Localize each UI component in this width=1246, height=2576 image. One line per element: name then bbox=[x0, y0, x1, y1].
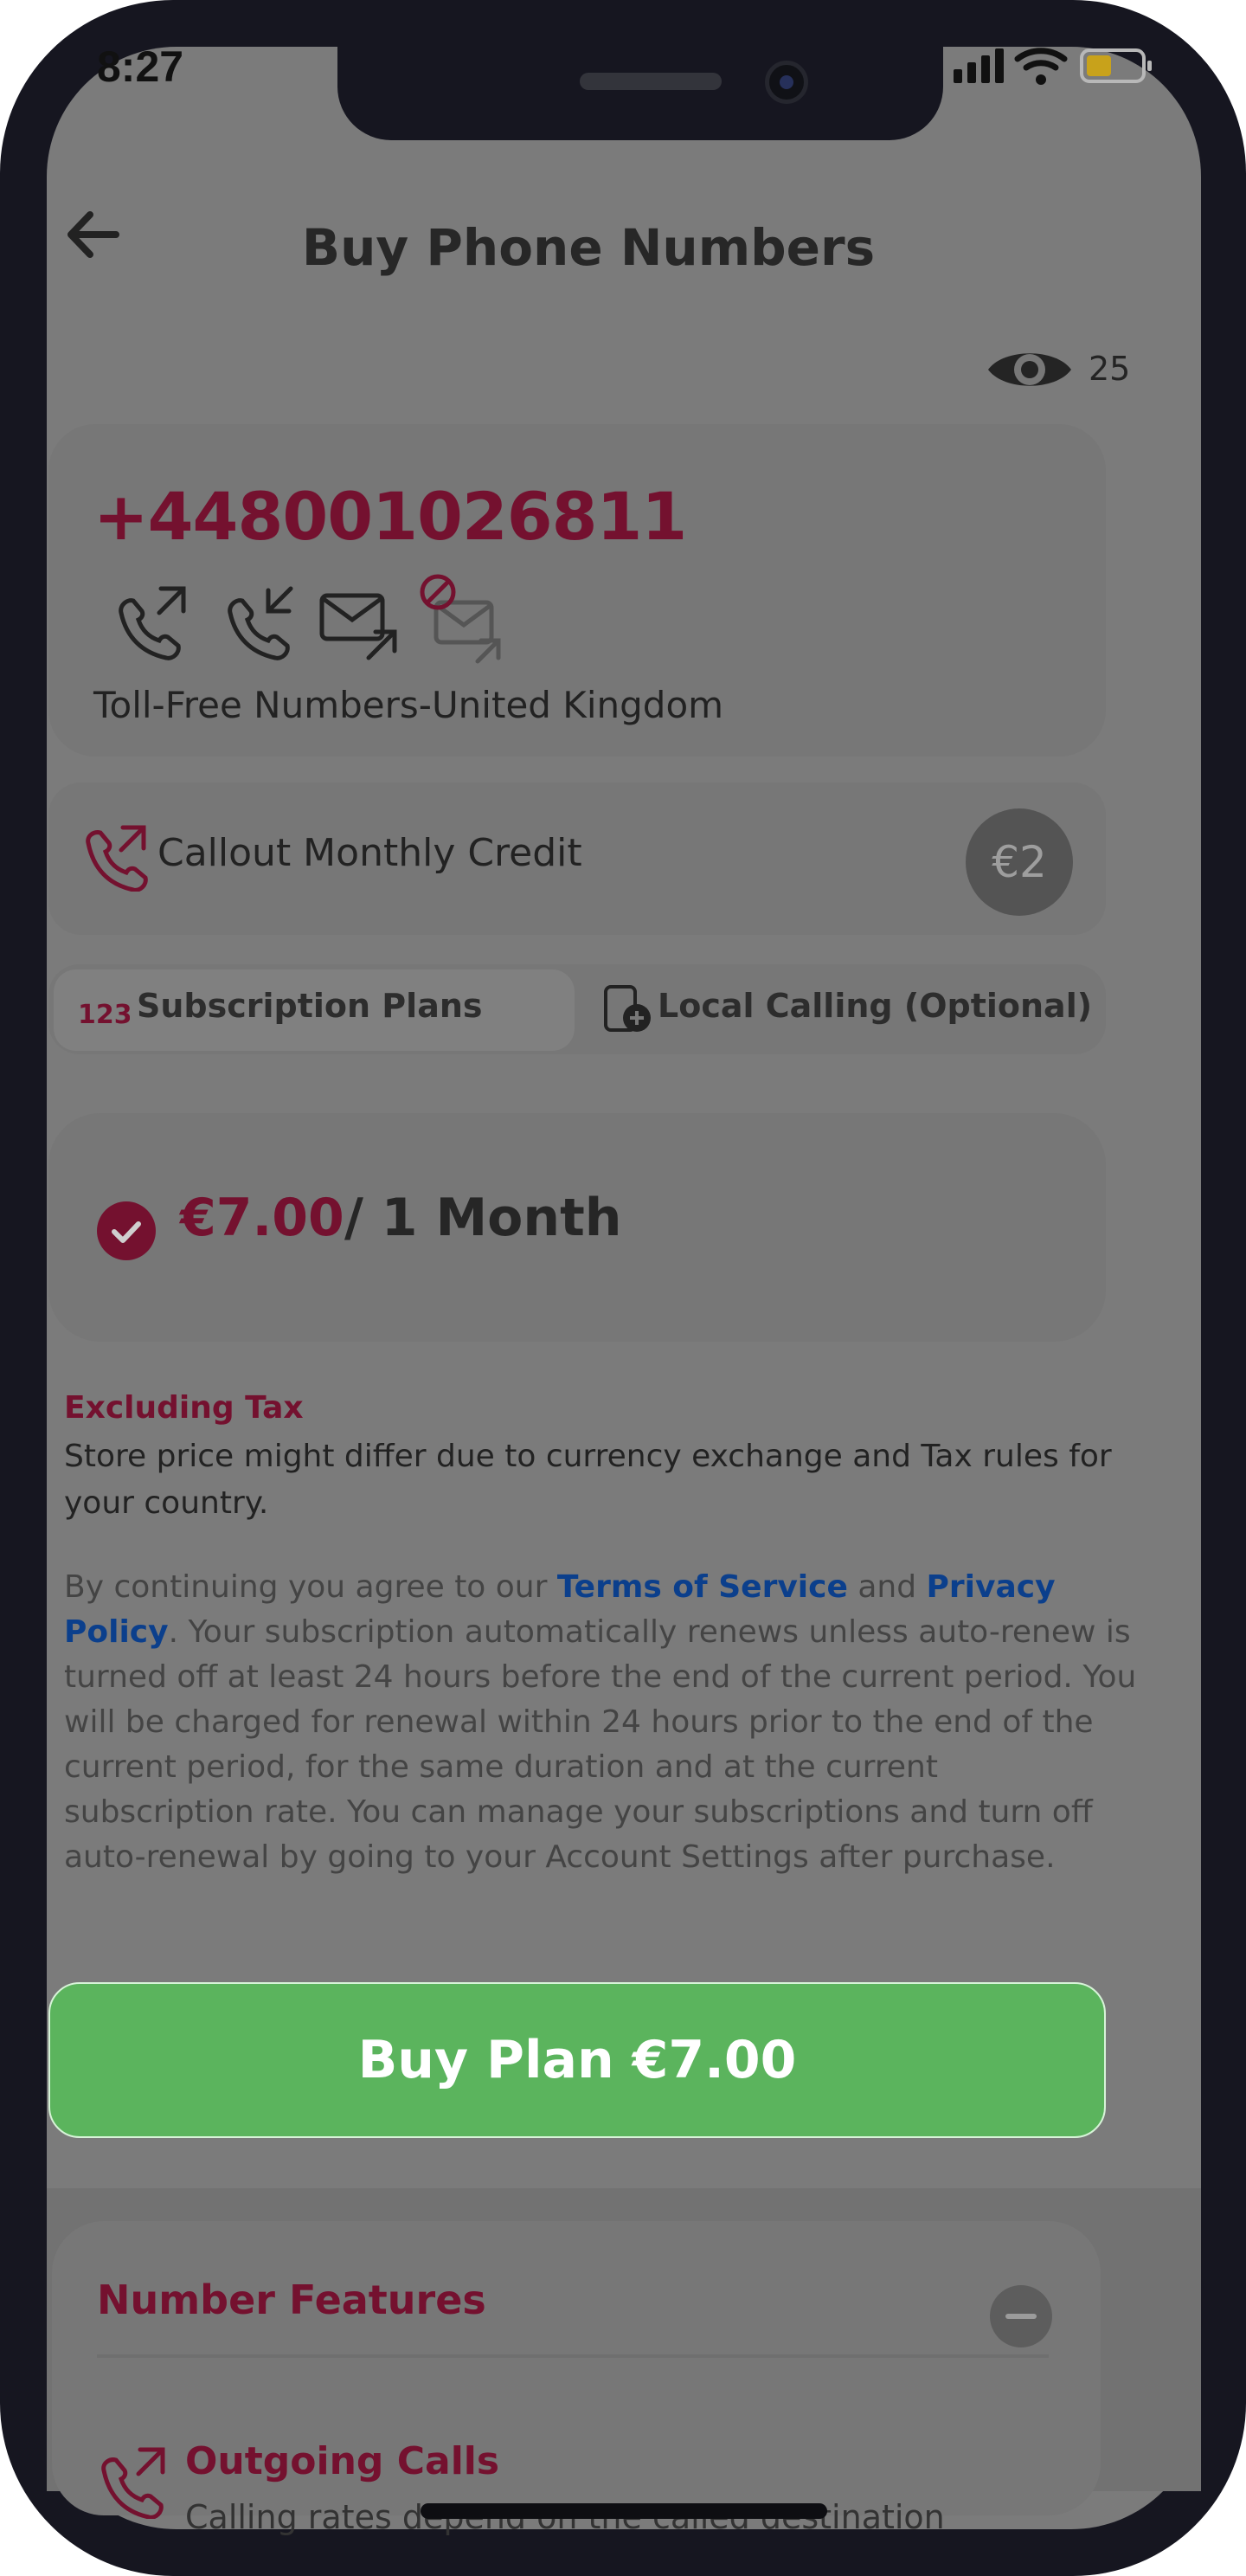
tax-note: Store price might differ due to currency… bbox=[64, 1439, 1112, 1521]
divider bbox=[97, 2354, 1049, 2358]
wifi-icon bbox=[1014, 48, 1068, 85]
status-time: 8:27 bbox=[97, 42, 184, 91]
terms-of-service-link[interactable]: Terms of Service bbox=[557, 1569, 848, 1605]
check-circle-icon bbox=[95, 1200, 157, 1262]
123-icon: 123 bbox=[74, 983, 130, 1039]
speaker bbox=[580, 73, 722, 90]
collapse-minus-icon[interactable] bbox=[990, 2285, 1052, 2347]
battery-icon bbox=[1080, 48, 1152, 83]
callout-phone-icon bbox=[80, 822, 149, 892]
features-title: Number Features bbox=[97, 2277, 486, 2323]
terms-and: and bbox=[857, 1569, 917, 1605]
tax-title: Excluding Tax bbox=[64, 1390, 304, 1426]
credit-badge: €2 bbox=[966, 808, 1073, 916]
tab-label-local-calling[interactable]: Local Calling (Optional) bbox=[658, 987, 1092, 1025]
plan-price: €7.00 bbox=[180, 1188, 344, 1248]
feature-icons bbox=[104, 571, 554, 675]
credit-label: Callout Monthly Credit bbox=[157, 831, 582, 875]
back-arrow-icon[interactable] bbox=[55, 197, 130, 272]
camera bbox=[765, 61, 808, 104]
outgoing-call-icon bbox=[92, 2441, 170, 2519]
status-icons bbox=[903, 45, 1154, 92]
eye-icon bbox=[988, 353, 1071, 386]
outgoing-call-icon bbox=[119, 586, 186, 660]
phone-number: +448001026811 bbox=[93, 478, 687, 555]
buy-plan-button[interactable]: Buy Plan €7.00 bbox=[48, 1982, 1106, 2138]
svg-text:123: 123 bbox=[78, 1000, 130, 1030]
views-count: 25 bbox=[1089, 350, 1131, 388]
incoming-call-icon bbox=[228, 586, 293, 660]
plan-duration: / 1 Month bbox=[344, 1188, 622, 1248]
outgoing-calls-title: Outgoing Calls bbox=[185, 2439, 500, 2483]
terms-suffix: . Your subscription automatically renews… bbox=[64, 1614, 1137, 1875]
notch bbox=[337, 47, 943, 140]
number-type: Toll-Free Numbers-United Kingdom bbox=[93, 684, 724, 726]
page-title: Buy Phone Numbers bbox=[301, 218, 876, 277]
terms-prefix: By continuing you agree to our bbox=[64, 1569, 548, 1605]
signal-icon bbox=[954, 48, 1004, 83]
terms-text: By continuing you agree to our Terms of … bbox=[64, 1565, 1137, 1880]
views-indicator: 25 bbox=[978, 339, 1134, 400]
tab-label-subscription[interactable]: Subscription Plans bbox=[137, 987, 483, 1025]
calendar-add-icon[interactable] bbox=[597, 978, 658, 1039]
home-indicator bbox=[421, 2503, 827, 2519]
sms-disabled-icon bbox=[420, 574, 501, 664]
sms-outgoing-icon bbox=[319, 593, 397, 660]
